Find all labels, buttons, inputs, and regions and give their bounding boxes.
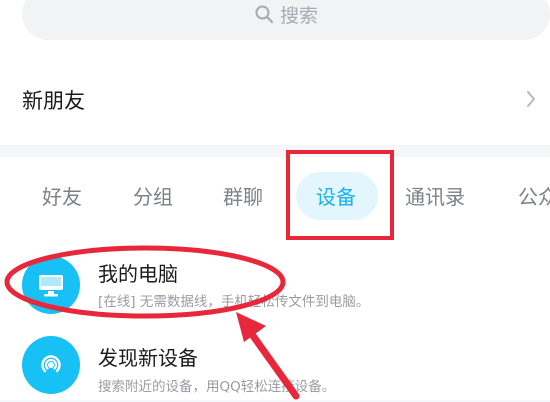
tab-devices[interactable]: 设备 [316, 166, 356, 228]
device-row-discover[interactable]: 发现新设备 搜索附近的设备，用QQ轻松连接设备。 [0, 322, 550, 402]
top-area: 搜索 新朋友 [0, 0, 550, 145]
search-bar[interactable]: 搜索 [22, 0, 550, 40]
chevron-right-icon [526, 90, 536, 112]
computer-icon [22, 256, 80, 314]
tab-group-chats[interactable]: 群聊 [223, 166, 263, 228]
device-description: 搜索附近的设备，用QQ轻松连接设备。 [98, 379, 336, 395]
new-friends-label: 新朋友 [22, 89, 85, 113]
tab-official-accounts[interactable]: 公众 [518, 166, 550, 228]
device-description-text: 无需数据线，手机轻松传文件到电脑。 [139, 294, 370, 310]
radar-icon [22, 336, 80, 394]
tab-address-book[interactable]: 通讯录 [405, 166, 465, 228]
contacts-tab-bar: 好友 分组 群聊 设备 通讯录 公众 [0, 166, 550, 228]
device-title: 发现新设备 [98, 346, 198, 370]
new-friends-row[interactable]: 新朋友 [0, 62, 550, 138]
search-icon [254, 4, 274, 24]
online-status-tag: [在线] [98, 294, 136, 310]
device-title: 我的电脑 [98, 262, 178, 286]
device-row-my-computer[interactable]: 我的电脑 [在线] 无需数据线，手机轻松传文件到电脑。 [0, 242, 550, 322]
tab-friends[interactable]: 好友 [42, 166, 82, 228]
search-placeholder: 搜索 [279, 4, 318, 27]
tab-groups[interactable]: 分组 [133, 166, 173, 228]
device-description: [在线] 无需数据线，手机轻松传文件到电脑。 [98, 290, 369, 310]
